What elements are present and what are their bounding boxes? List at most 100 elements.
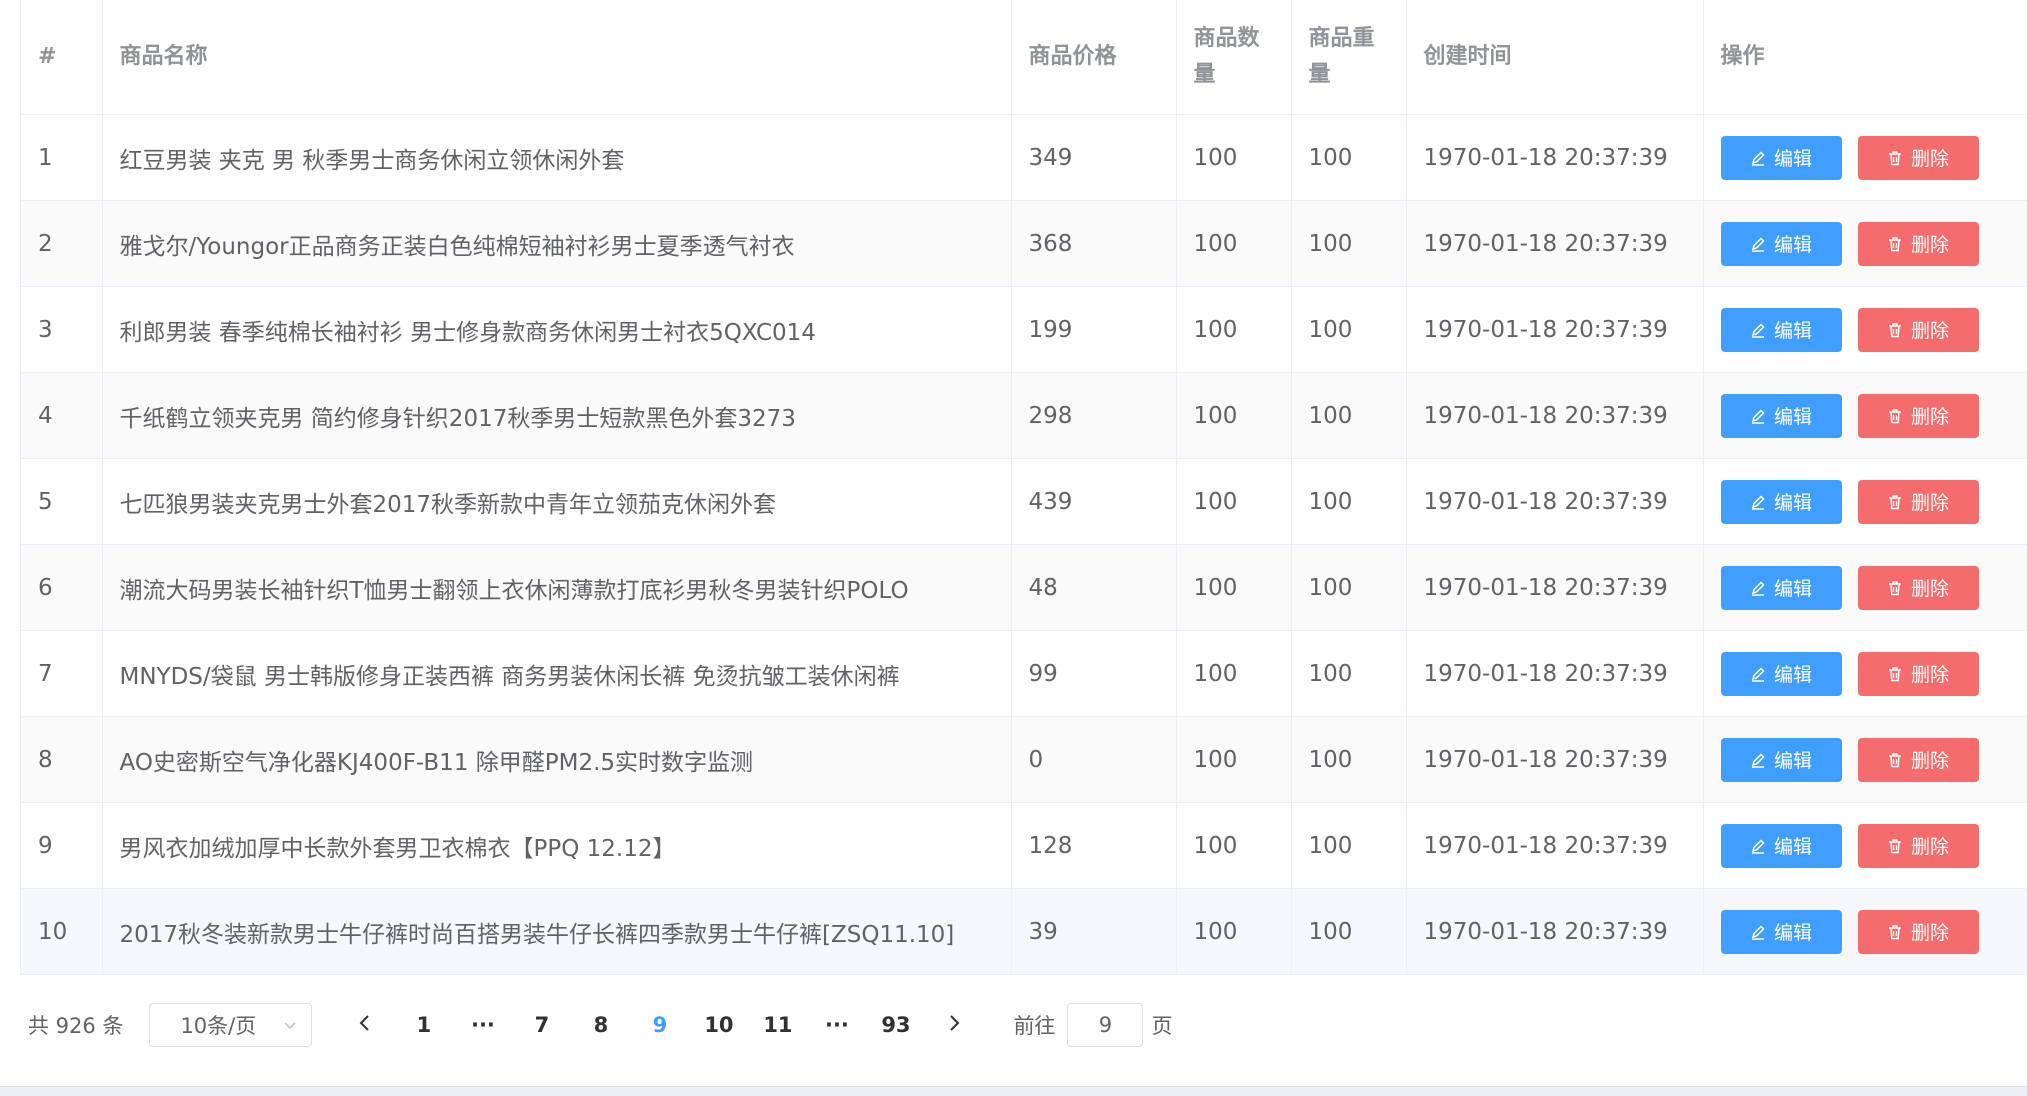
cell-index: 3	[21, 286, 103, 373]
page-number[interactable]: 9	[630, 1003, 689, 1047]
page-number[interactable]: 10	[689, 1003, 748, 1047]
delete-button-label: 删除	[1910, 578, 1949, 600]
page-ellipsis[interactable]: ···	[453, 1003, 512, 1047]
delete-button-label: 删除	[1910, 922, 1949, 944]
table-header: # 商品名称 商品价格 商品数量 商品重量 创建时间 操作	[21, 0, 2027, 115]
edit-button-label: 编辑	[1773, 750, 1812, 772]
prev-page-button[interactable]	[336, 1003, 394, 1047]
cell-weight: 100	[1291, 716, 1407, 803]
edit-button-label: 编辑	[1773, 406, 1812, 428]
cell-name: 七匹狼男装夹克男士外套2017秋季新款中青年立领茄克休闲外套	[102, 458, 1012, 545]
cell-price: 99	[1011, 630, 1177, 717]
cell-created: 1970-01-18 20:37:39	[1406, 458, 1704, 545]
page-number[interactable]: 11	[748, 1003, 807, 1047]
edit-button[interactable]: 编辑	[1720, 737, 1842, 782]
header-price: 商品价格	[1011, 0, 1177, 115]
trash-icon	[1887, 924, 1911, 940]
edit-icon	[1750, 752, 1774, 768]
pagination: 共 926 条 10条/页 1 ··· 7 8 9 10 11 ··· 93 前往 9 页	[28, 1003, 1172, 1047]
edit-button[interactable]: 编辑	[1720, 651, 1842, 696]
cell-actions: 编辑 删除	[1703, 630, 2027, 717]
page-number[interactable]: 1	[394, 1003, 453, 1047]
chevron-left-icon	[358, 1013, 372, 1037]
delete-button-label: 删除	[1910, 320, 1949, 342]
cell-name: 男风衣加绒加厚中长款外套男卫衣棉衣【PPQ 12.12】	[102, 802, 1012, 889]
cell-quantity: 100	[1176, 458, 1292, 545]
edit-button[interactable]: 编辑	[1720, 479, 1842, 524]
delete-button-label: 删除	[1910, 664, 1949, 686]
page-ellipsis[interactable]: ···	[807, 1003, 866, 1047]
cell-index: 8	[21, 716, 103, 803]
edit-button[interactable]: 编辑	[1720, 135, 1842, 180]
delete-button[interactable]: 删除	[1857, 737, 1979, 782]
delete-button[interactable]: 删除	[1857, 393, 1979, 438]
delete-button[interactable]: 删除	[1857, 651, 1979, 696]
chevron-right-icon	[947, 1013, 961, 1037]
delete-button[interactable]: 删除	[1857, 823, 1979, 868]
cell-price: 48	[1011, 544, 1177, 631]
delete-button[interactable]: 删除	[1857, 135, 1979, 180]
edit-button-label: 编辑	[1773, 922, 1812, 944]
table-row: 9 男风衣加绒加厚中长款外套男卫衣棉衣【PPQ 12.12】 128 100 100 19…	[21, 802, 2027, 889]
delete-button[interactable]: 删除	[1857, 909, 1979, 954]
cell-index: 2	[21, 200, 103, 287]
edit-button[interactable]: 编辑	[1720, 393, 1842, 438]
edit-button[interactable]: 编辑	[1720, 823, 1842, 868]
trash-icon	[1887, 838, 1911, 854]
table-row: 8 AO史密斯空气净化器KJ400F-B11 除甲醛PM2.5实时数字监测 0 100…	[21, 716, 2027, 803]
delete-button[interactable]: 删除	[1857, 565, 1979, 610]
delete-button[interactable]: 删除	[1857, 479, 1979, 524]
table-row: 1 红豆男装 夹克 男 秋季男士商务休闲立领休闲外套 349 100 100 1970-0…	[21, 114, 2027, 201]
header-index: #	[21, 0, 103, 115]
next-page-button[interactable]	[925, 1003, 983, 1047]
cell-quantity: 100	[1176, 888, 1292, 975]
page-size-select[interactable]: 10条/页	[149, 1003, 313, 1047]
cell-weight: 100	[1291, 458, 1407, 545]
delete-button-label: 删除	[1910, 750, 1949, 772]
goto-suffix: 页	[1151, 1014, 1173, 1038]
edit-button[interactable]: 编辑	[1720, 307, 1842, 352]
cell-actions: 编辑 删除	[1703, 114, 2027, 201]
cell-actions: 编辑 删除	[1703, 372, 2027, 459]
cell-index: 10	[21, 888, 103, 975]
edit-icon	[1750, 150, 1774, 166]
cell-name: AO史密斯空气净化器KJ400F-B11 除甲醛PM2.5实时数字监测	[102, 716, 1012, 803]
edit-button[interactable]: 编辑	[1720, 565, 1842, 610]
total-count: 共 926 条	[28, 1014, 124, 1038]
page-size-value: 10条/页	[180, 1014, 257, 1038]
goto-page-input[interactable]: 9	[1067, 1003, 1144, 1047]
cell-created: 1970-01-18 20:37:39	[1406, 200, 1704, 287]
chevron-down-icon	[283, 1013, 297, 1037]
page-number[interactable]: 7	[512, 1003, 571, 1047]
cell-actions: 编辑 删除	[1703, 888, 2027, 975]
cell-quantity: 100	[1176, 630, 1292, 717]
cell-quantity: 100	[1176, 286, 1292, 373]
cell-index: 7	[21, 630, 103, 717]
delete-button-label: 删除	[1910, 492, 1949, 514]
table-row: 4 千纸鹤立领夹克男 简约修身针织2017秋季男士短款黑色外套3273 298 100…	[21, 372, 2027, 459]
page-number[interactable]: 8	[571, 1003, 630, 1047]
trash-icon	[1887, 322, 1911, 338]
delete-button[interactable]: 删除	[1857, 221, 1979, 266]
edit-button[interactable]: 编辑	[1720, 221, 1842, 266]
delete-button[interactable]: 删除	[1857, 307, 1979, 352]
cell-quantity: 100	[1176, 372, 1292, 459]
cell-actions: 编辑 删除	[1703, 286, 2027, 373]
cell-name: 潮流大码男装长袖针织T恤男士翻领上衣休闲薄款打底衫男秋冬男装针织POLO	[102, 544, 1012, 631]
cell-weight: 100	[1291, 114, 1407, 201]
edit-button-label: 编辑	[1773, 664, 1812, 686]
horizontal-scrollbar[interactable]	[0, 1086, 2027, 1096]
cell-quantity: 100	[1176, 716, 1292, 803]
cell-actions: 编辑 删除	[1703, 544, 2027, 631]
table-row: 5 七匹狼男装夹克男士外套2017秋季新款中青年立领茄克休闲外套 439 100 100…	[21, 458, 2027, 545]
edit-button-label: 编辑	[1773, 148, 1812, 170]
cell-weight: 100	[1291, 200, 1407, 287]
edit-icon	[1750, 322, 1774, 338]
edit-button-label: 编辑	[1773, 492, 1812, 514]
cell-created: 1970-01-18 20:37:39	[1406, 802, 1704, 889]
page-list: 1 ··· 7 8 9 10 11 ··· 93	[394, 1003, 925, 1047]
page-number[interactable]: 93	[866, 1003, 925, 1047]
cell-weight: 100	[1291, 286, 1407, 373]
cell-actions: 编辑 删除	[1703, 200, 2027, 287]
edit-button[interactable]: 编辑	[1720, 909, 1842, 954]
